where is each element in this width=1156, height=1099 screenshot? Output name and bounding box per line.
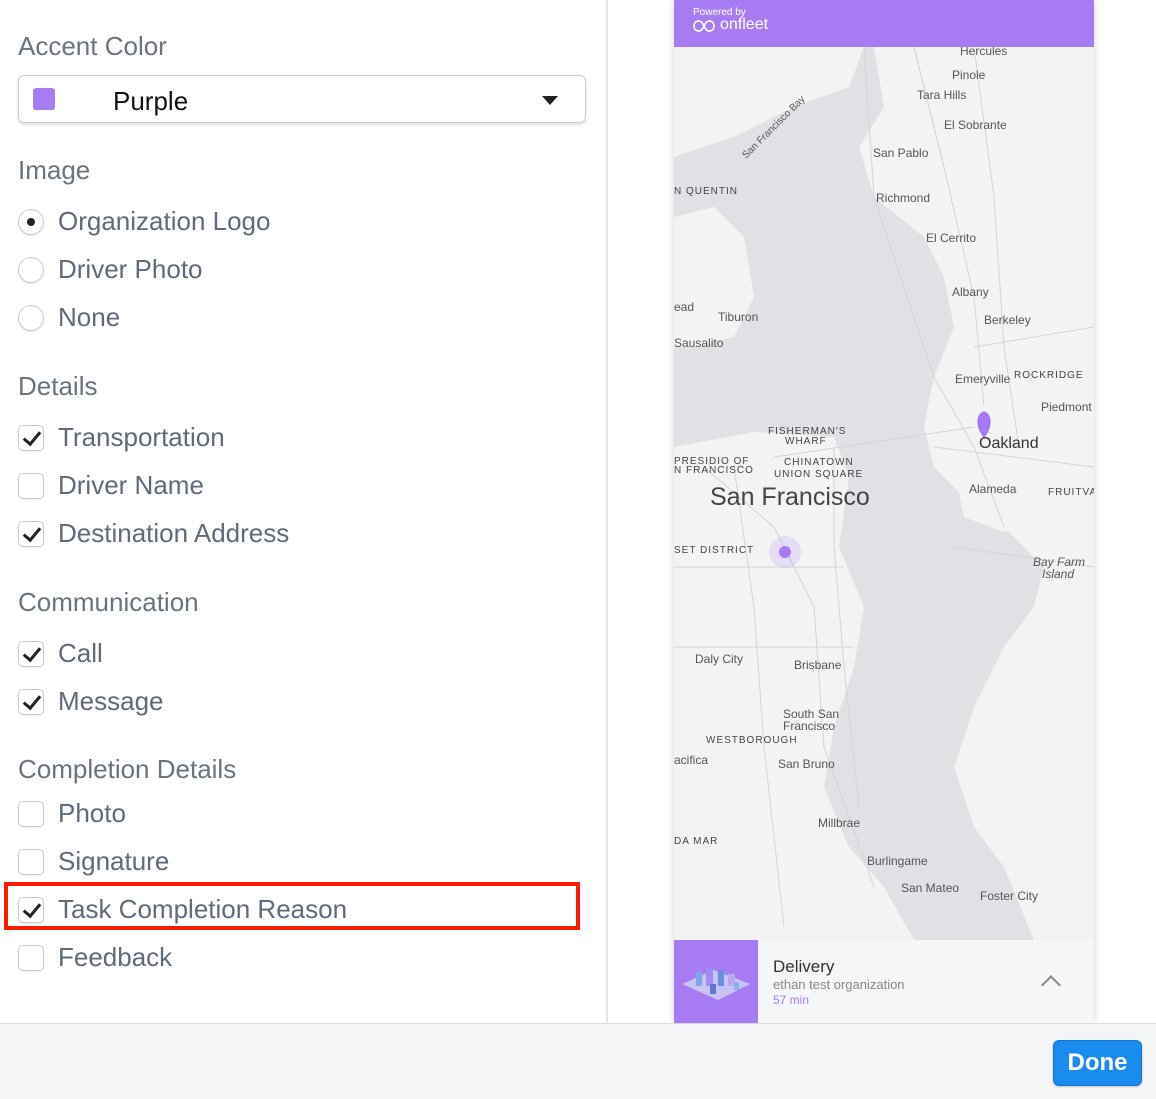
map-label: Pinole [952, 68, 986, 82]
details-heading: Details [18, 371, 98, 401]
radio-button[interactable] [18, 257, 44, 283]
onfleet-logo-icon [693, 20, 715, 32]
map-label: El Cerrito [926, 231, 977, 245]
map-label: N QUENTIN [674, 186, 738, 197]
checkbox[interactable] [18, 801, 44, 827]
checkbox[interactable] [18, 689, 44, 715]
organization-logo [674, 940, 758, 1023]
checkbox[interactable] [18, 641, 44, 667]
settings-panel: Accent Color Purple Image Organization L… [0, 0, 606, 1023]
map-label: ead [674, 300, 695, 314]
color-swatch [33, 88, 55, 110]
map-label: DA MAR [674, 836, 719, 847]
map-label: San Mateo [901, 881, 960, 895]
accent-color-select[interactable]: Purple [18, 75, 586, 123]
organization-name: ethan test organization [773, 977, 905, 992]
map-label: acifica [674, 753, 709, 767]
map-label: Island [1042, 567, 1075, 581]
map-label: WESTBOROUGH [706, 735, 798, 746]
radio-label: Driver Photo [58, 254, 203, 284]
checkbox-label: Photo [58, 798, 126, 828]
checkbox-label: Signature [58, 846, 170, 876]
map-label: SET DISTRICT [674, 545, 755, 556]
map-label: Francisco [783, 719, 836, 733]
accent-color-value: Purple [113, 86, 189, 116]
map-label: Alameda [969, 482, 1017, 496]
highlight-box [4, 882, 580, 930]
map-label: Richmond [876, 191, 931, 205]
map-label: ROCKRIDGE [1014, 370, 1084, 381]
footer-bar [0, 1023, 1156, 1099]
delivery-card[interactable]: Delivery ethan test organization 57 min [674, 940, 1094, 1023]
map-label: San Bruno [778, 757, 835, 771]
map-label: WHARF [785, 436, 827, 447]
map-label: Foster City [980, 889, 1039, 903]
map-label: Hercules [960, 47, 1008, 58]
accent-color-heading: Accent Color [18, 31, 167, 61]
completion-details-heading: Completion Details [18, 754, 237, 784]
checkbox-label: Destination Address [58, 518, 290, 548]
map-label: Daly City [695, 652, 744, 666]
map-label: Tara Hills [917, 88, 967, 102]
preview-header: Powered by onfleet [674, 0, 1094, 47]
checkbox[interactable] [18, 473, 44, 499]
chevron-down-icon [542, 96, 558, 105]
map-label: Piedmont [1041, 400, 1092, 414]
checkbox-label: Feedback [58, 942, 173, 972]
map-label: Albany [952, 285, 989, 299]
map-label: Brisbane [794, 658, 842, 672]
checkbox-label: Transportation [58, 422, 225, 452]
map-label: Tiburon [718, 310, 759, 324]
checkbox[interactable] [18, 945, 44, 971]
map-label: Burlingame [867, 854, 928, 868]
communication-heading: Communication [18, 587, 199, 617]
map-label: San Francisco [710, 483, 870, 511]
map[interactable]: Hercules Pinole Tara Hills El Sobrante S… [674, 47, 1094, 940]
radio-button[interactable] [18, 305, 44, 331]
map-label: Berkeley [984, 313, 1031, 327]
map-label: Millbrae [818, 816, 861, 830]
tracking-preview: Powered by onfleet Hercules Pinole Tara … [674, 0, 1094, 1023]
brand-name: onfleet [720, 16, 769, 33]
map-label: Emeryville [955, 372, 1011, 386]
checkbox[interactable] [18, 521, 44, 547]
map-label: Oakland [979, 435, 1039, 452]
map-label: Sausalito [674, 336, 724, 350]
city-illustration-icon [682, 968, 750, 1000]
checkbox[interactable] [18, 425, 44, 451]
radio-label: Organization Logo [58, 206, 271, 236]
checkbox-label: Driver Name [58, 470, 204, 500]
checkbox[interactable] [18, 849, 44, 875]
map-label: El Sobrante [944, 118, 1007, 132]
map-label: San Pablo [873, 146, 929, 160]
map-label: UNION SQUARE [774, 469, 864, 480]
map-label: N FRANCISCO [674, 465, 754, 476]
image-heading: Image [18, 155, 91, 185]
done-button[interactable]: Done [1053, 1040, 1142, 1086]
map-label: CHINATOWN [784, 457, 854, 468]
chevron-up-icon[interactable] [1041, 975, 1061, 995]
eta-label: 57 min [773, 993, 810, 1007]
radio-button[interactable] [18, 209, 44, 235]
map-label: FRUITVAL [1048, 487, 1094, 498]
checkbox-label: Call [58, 638, 103, 668]
radio-label: None [58, 302, 121, 332]
checkbox-label: Message [58, 686, 164, 716]
delivery-title: Delivery [773, 957, 835, 976]
